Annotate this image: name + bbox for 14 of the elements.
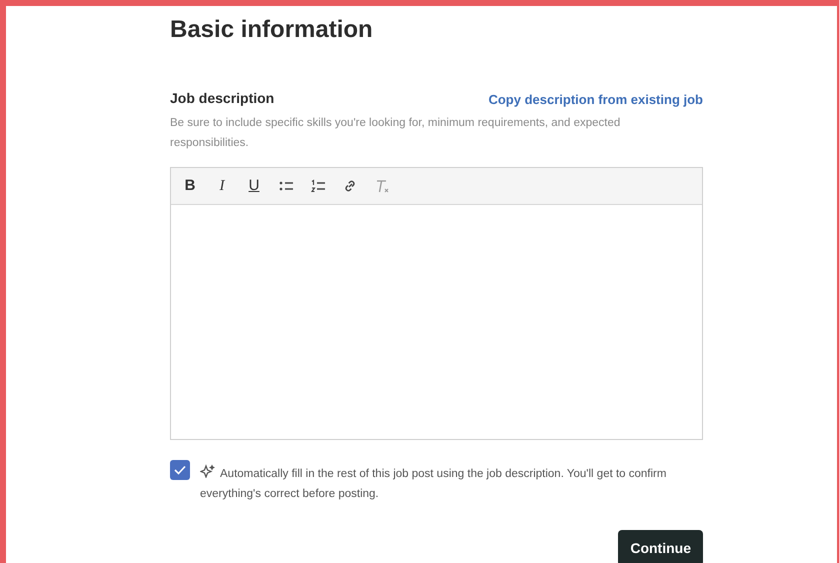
numbered-list-icon[interactable] xyxy=(309,177,327,195)
italic-button[interactable]: I xyxy=(213,177,231,195)
rich-text-editor[interactable]: B I U xyxy=(170,167,703,440)
checkbox[interactable] xyxy=(170,460,190,480)
underline-button[interactable]: U xyxy=(245,177,263,195)
bold-button[interactable]: B xyxy=(181,177,199,195)
autofill-text: Automatically fill in the rest of this job post using the job description. You'll get to confirm everything's correct before posting. xyxy=(200,464,703,504)
continue-button[interactable]: Continue xyxy=(618,530,703,563)
copy-description-link[interactable]: Copy description from existing job xyxy=(488,90,703,109)
field-label: Job description xyxy=(170,89,274,108)
checkmark-icon xyxy=(173,463,187,477)
page-heading: Basic information xyxy=(170,15,374,45)
help-text: Be sure to include specific skills you're looking for, minimum requirements, and expected responsibilities. xyxy=(170,116,622,151)
sparkle-icon xyxy=(200,464,216,478)
